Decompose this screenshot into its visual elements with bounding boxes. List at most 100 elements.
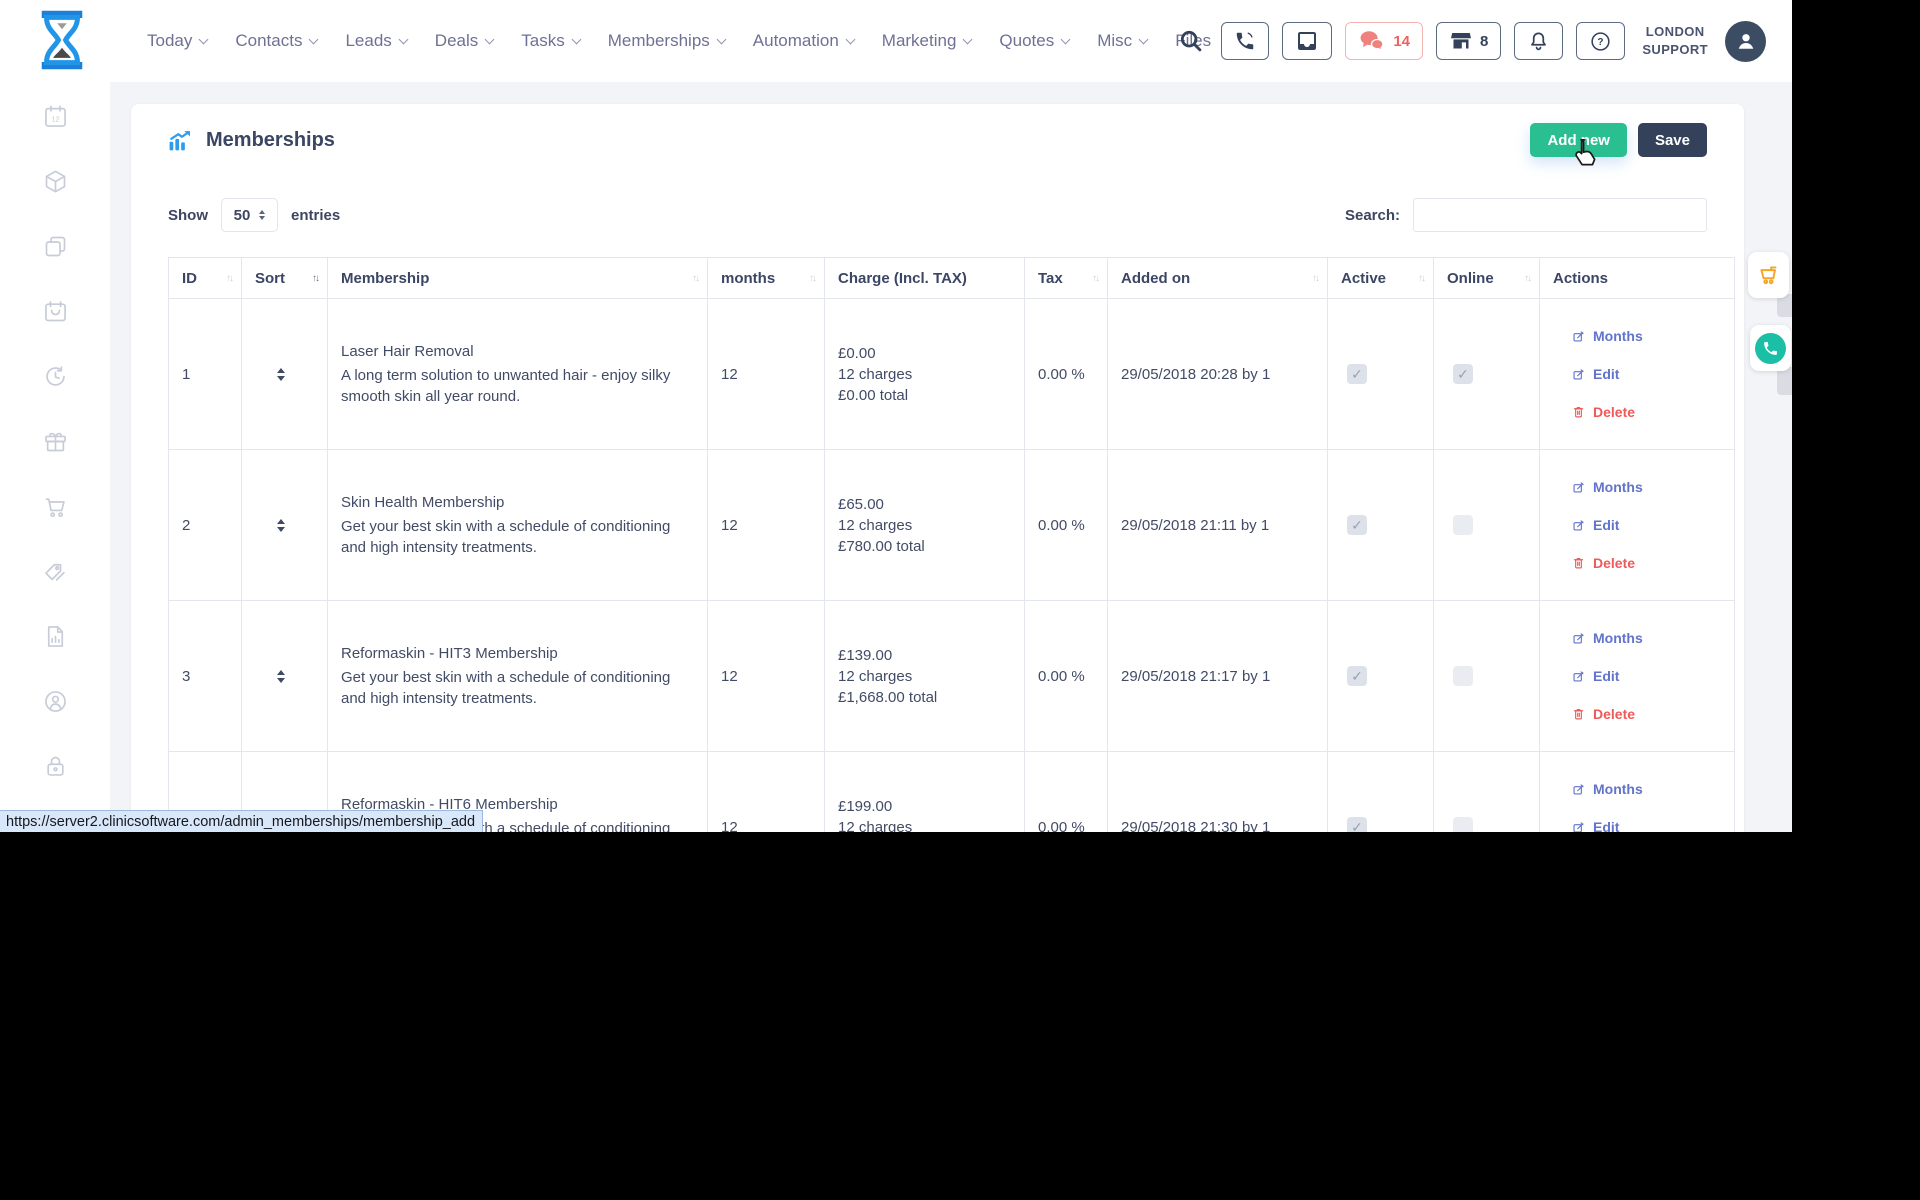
help-button[interactable]: ?: [1576, 22, 1625, 60]
entries-value: 50: [234, 207, 251, 224]
call-widget-button[interactable]: [1750, 325, 1791, 371]
edit-square-icon: [1572, 632, 1585, 645]
column-header-sort[interactable]: Sort↑↓: [242, 258, 328, 299]
delete-link[interactable]: Delete: [1572, 553, 1635, 574]
online-checkbox[interactable]: [1453, 666, 1473, 686]
chevron-down-icon: [845, 34, 855, 44]
cell-actions: Months Edit Delete: [1540, 752, 1734, 832]
column-header-months[interactable]: months↑↓: [708, 258, 825, 299]
cell-months: 12: [708, 450, 825, 601]
edit-link[interactable]: Edit: [1572, 817, 1619, 833]
column-header-charge[interactable]: Charge (Incl. TAX): [825, 258, 1025, 299]
nav-item-tasks[interactable]: Tasks: [521, 31, 579, 51]
charge-total: £0.00 total: [838, 385, 908, 406]
chat-bubbles-icon: [1358, 29, 1386, 53]
sidebar-calendar-icon[interactable]: 12: [42, 103, 69, 130]
column-header-membership[interactable]: Membership↑↓: [328, 258, 708, 299]
charge-count: 12 charges: [838, 666, 912, 687]
nav-label: Misc: [1097, 31, 1132, 51]
edit-link[interactable]: Edit: [1572, 515, 1619, 536]
inbox-button[interactable]: [1282, 22, 1332, 60]
delete-link[interactable]: Delete: [1572, 402, 1635, 423]
phone-calls-button[interactable]: [1221, 22, 1269, 60]
entries-select[interactable]: 50: [221, 198, 278, 232]
active-checkbox[interactable]: [1347, 515, 1367, 535]
sidebar-cart-icon[interactable]: [42, 493, 69, 520]
drag-sort-handle[interactable]: [277, 519, 285, 532]
nav-item-marketing[interactable]: Marketing: [882, 31, 972, 51]
sidebar-history-icon[interactable]: [42, 363, 69, 390]
messages-button[interactable]: 14: [1345, 22, 1423, 60]
nav-item-automation[interactable]: Automation: [753, 31, 854, 51]
active-checkbox[interactable]: [1347, 817, 1367, 832]
nav-item-today[interactable]: Today: [147, 31, 207, 51]
main-menu: Today Contacts Leads Deals Tasks Members…: [147, 0, 1211, 82]
months-link[interactable]: Months: [1572, 477, 1643, 498]
online-checkbox[interactable]: [1453, 515, 1473, 535]
edit-square-icon: [1572, 670, 1585, 683]
drag-sort-handle[interactable]: [277, 670, 285, 683]
months-link[interactable]: Months: [1572, 779, 1643, 800]
cell-sort: [242, 601, 328, 752]
nav-label: Leads: [345, 31, 391, 51]
active-checkbox[interactable]: [1347, 364, 1367, 384]
edit-link[interactable]: Edit: [1572, 666, 1619, 687]
search-input[interactable]: [1413, 198, 1707, 232]
months-link[interactable]: Months: [1572, 326, 1643, 347]
cart-widget-button[interactable]: [1748, 252, 1789, 298]
search-button[interactable]: [1178, 28, 1204, 54]
select-arrows-icon: [259, 210, 265, 220]
nav-label: Today: [147, 31, 192, 51]
sidebar-customers-icon[interactable]: [42, 688, 69, 715]
delete-link[interactable]: Delete: [1572, 704, 1635, 725]
table-controls: Show 50 entries Search:: [168, 198, 1707, 232]
messages-count-badge: 14: [1393, 33, 1410, 50]
sidebar-package-icon[interactable]: [42, 168, 69, 195]
nav-item-memberships[interactable]: Memberships: [608, 31, 725, 51]
collapsed-panel-tab[interactable]: [1777, 367, 1792, 395]
edit-square-icon: [1572, 330, 1585, 343]
sidebar-appointments-icon[interactable]: [42, 298, 69, 325]
top-navigation-bar: Today Contacts Leads Deals Tasks Members…: [0, 0, 1792, 82]
chevron-down-icon: [199, 34, 209, 44]
column-header-tax[interactable]: Tax↑↓: [1025, 258, 1108, 299]
edit-link[interactable]: Edit: [1572, 364, 1619, 385]
nav-item-deals[interactable]: Deals: [435, 31, 493, 51]
page-content: Memberships Add new Save Show 50 e: [110, 82, 1792, 832]
store-button[interactable]: 8: [1436, 22, 1501, 60]
cell-actions: Months Edit Delete: [1540, 299, 1734, 450]
nav-item-quotes[interactable]: Quotes: [999, 31, 1069, 51]
card-header: Memberships Add new Save: [168, 104, 1707, 176]
notifications-button[interactable]: [1514, 22, 1563, 60]
nav-item-contacts[interactable]: Contacts: [235, 31, 317, 51]
online-checkbox[interactable]: [1453, 817, 1473, 832]
nav-label: Memberships: [608, 31, 710, 51]
table-row: 3 Reformaskin - HIT3 Membership Get your…: [169, 601, 1734, 752]
nav-item-misc[interactable]: Misc: [1097, 31, 1147, 51]
svg-text:12: 12: [51, 115, 59, 124]
save-button[interactable]: Save: [1638, 123, 1707, 157]
drag-sort-handle[interactable]: [277, 368, 285, 381]
table-row: 1 Laser Hair Removal A long term solutio…: [169, 299, 1734, 450]
cell-membership: Laser Hair Removal A long term solution …: [328, 299, 708, 450]
active-checkbox[interactable]: [1347, 666, 1367, 686]
months-link[interactable]: Months: [1572, 628, 1643, 649]
sidebar-gift-icon[interactable]: [42, 428, 69, 455]
sidebar-reports-icon[interactable]: [42, 623, 69, 650]
chevron-down-icon: [309, 34, 319, 44]
nav-item-leads[interactable]: Leads: [345, 31, 406, 51]
online-checkbox[interactable]: [1453, 364, 1473, 384]
column-header-active[interactable]: Active↑↓: [1328, 258, 1434, 299]
cell-active: [1328, 601, 1434, 752]
column-header-id[interactable]: ID↑↓: [169, 258, 242, 299]
sidebar-tags-icon[interactable]: [42, 558, 69, 585]
column-header-online[interactable]: Online↑↓: [1434, 258, 1540, 299]
column-header-added-on[interactable]: Added on↑↓: [1108, 258, 1328, 299]
hourglass-logo-icon: [33, 9, 91, 71]
sidebar-lock-icon[interactable]: [42, 753, 69, 780]
phone-circle: [1755, 333, 1786, 364]
add-new-button[interactable]: Add new: [1530, 123, 1627, 157]
clinicsoftware-logo[interactable]: [33, 9, 91, 71]
user-avatar[interactable]: [1725, 21, 1766, 62]
sidebar-copy-icon[interactable]: [42, 233, 69, 260]
